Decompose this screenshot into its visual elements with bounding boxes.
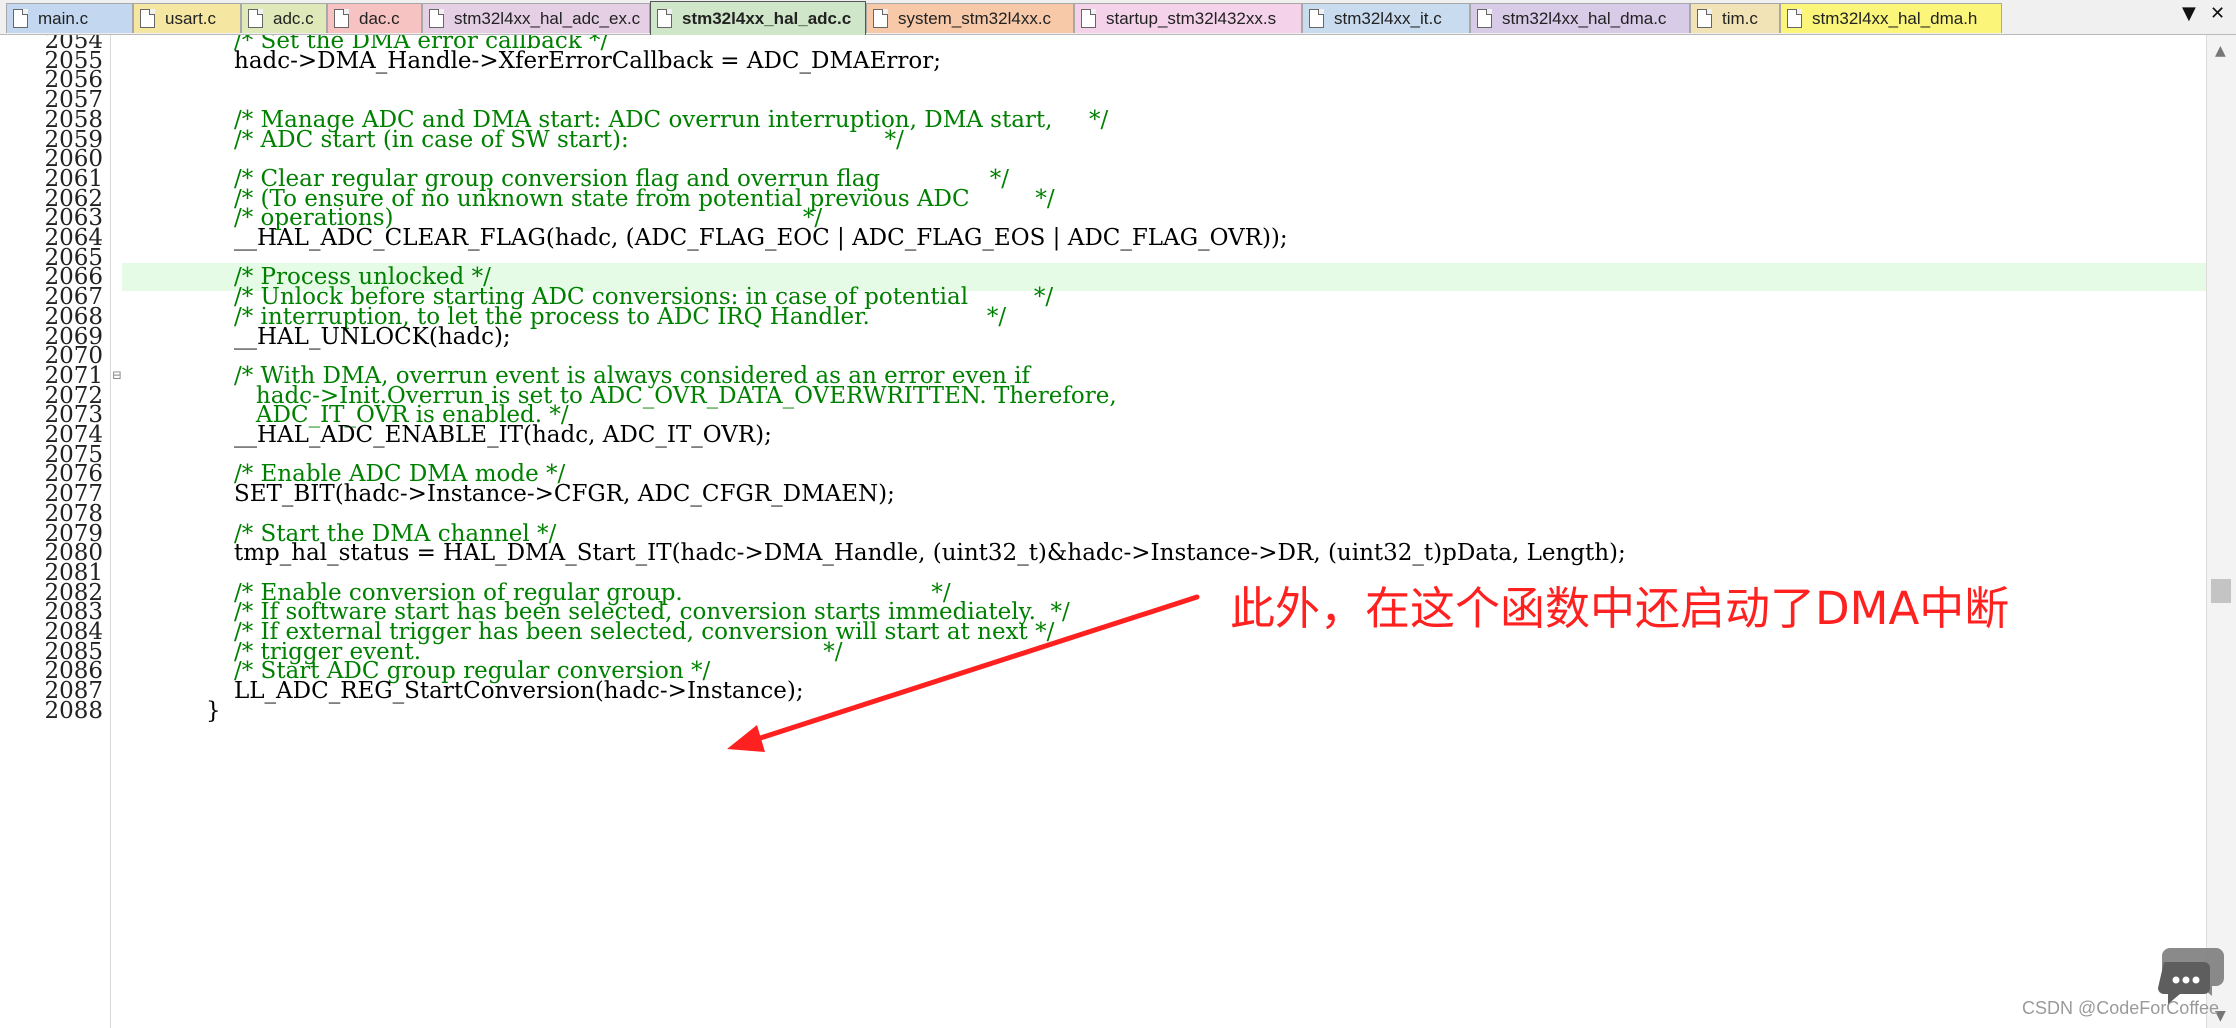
chat-bubble-icon[interactable] — [2156, 944, 2228, 1006]
annotation-arrow — [727, 594, 1200, 752]
annotation-text: 此外，在这个函数中还启动了DMA中断 — [1230, 582, 2010, 635]
